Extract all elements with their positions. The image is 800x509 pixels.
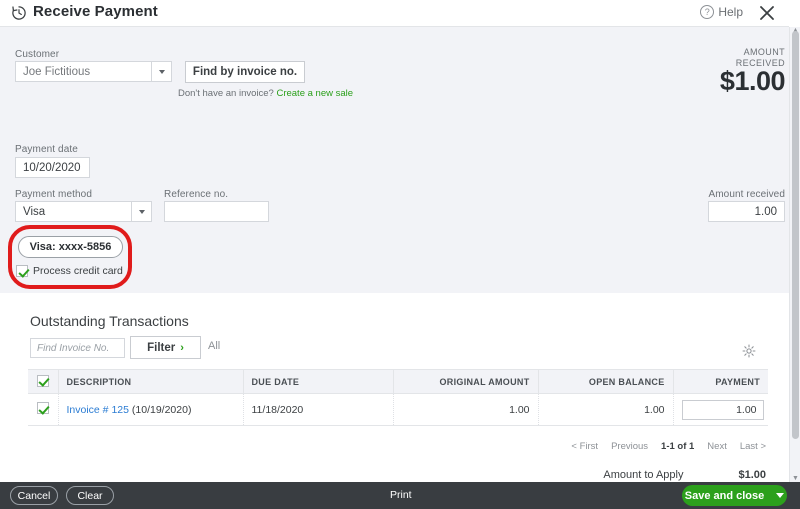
customer-dropdown[interactable]: Joe Fictitious: [15, 61, 172, 82]
invoice-date: (10/19/2020): [131, 403, 192, 416]
history-clock-icon[interactable]: [10, 4, 28, 22]
question-mark-icon: ?: [700, 5, 715, 19]
row-open-balance: 1.00: [537, 393, 673, 426]
receive-payment-window: Receive Payment ? Help Customer Joe Fict…: [0, 0, 800, 509]
find-by-invoice-button[interactable]: Find by invoice no.: [185, 61, 305, 83]
chevron-down-icon[interactable]: [776, 493, 785, 498]
amount-received-input[interactable]: 1.00: [708, 201, 785, 222]
help-label: Help: [718, 5, 743, 19]
filter-label: Filter: [147, 341, 176, 354]
amount-received-caption-line1: AMOUNT: [743, 47, 785, 57]
amount-to-apply-label: Amount to Apply: [603, 469, 684, 481]
select-all-header[interactable]: [28, 369, 59, 394]
print-button[interactable]: Print: [390, 489, 412, 501]
pagination-first[interactable]: < First: [571, 441, 598, 452]
gear-settings-icon[interactable]: [742, 344, 756, 358]
vertical-scrollbar[interactable]: ▲ ▼: [789, 27, 800, 482]
amount-to-apply-value: $1.00: [738, 469, 766, 481]
no-invoice-text: Don't have an invoice?: [178, 88, 274, 99]
all-filter-link[interactable]: All: [208, 340, 220, 352]
pagination-range: 1-1 of 1: [661, 441, 695, 452]
payment-method-input[interactable]: Visa: [15, 201, 131, 222]
payment-date-input[interactable]: 10/20/2020: [15, 157, 90, 178]
customer-label: Customer: [15, 49, 60, 60]
amount-to-apply-row: Amount to Apply $1.00: [603, 469, 766, 481]
save-and-close-label: Save and close: [684, 489, 765, 502]
page-title: Receive Payment: [33, 3, 158, 20]
row-original-amount: 1.00: [392, 393, 538, 426]
invoice-link[interactable]: Invoice # 125: [67, 404, 129, 416]
process-credit-card-checkbox[interactable]: Process credit card: [16, 265, 123, 277]
payment-date-label: Payment date: [15, 144, 78, 155]
help-button[interactable]: ? Help: [700, 5, 743, 19]
column-open-balance: OPEN BALANCE: [537, 369, 673, 394]
chevron-right-icon: ›: [180, 341, 184, 354]
outstanding-transactions-table: DESCRIPTION DUE DATE ORIGINAL AMOUNT OPE…: [28, 369, 768, 426]
saved-card-button[interactable]: Visa: xxxx-5856: [18, 236, 123, 258]
scrollbar-thumb[interactable]: [792, 31, 799, 439]
clear-button[interactable]: Clear: [66, 486, 114, 505]
process-credit-card-label: Process credit card: [33, 265, 123, 277]
create-new-sale-link[interactable]: Create a new sale: [276, 88, 353, 99]
cancel-button[interactable]: Cancel: [10, 486, 58, 505]
payment-method-label: Payment method: [15, 189, 92, 200]
save-and-close-button[interactable]: Save and close: [682, 485, 787, 506]
chevron-down-icon[interactable]: [151, 61, 172, 82]
pagination-last[interactable]: Last >: [740, 441, 766, 452]
row-checkbox[interactable]: [28, 393, 59, 426]
close-x-icon[interactable]: [757, 3, 777, 23]
amount-received-total: $1.00: [719, 66, 786, 96]
pagination-previous[interactable]: Previous: [611, 441, 648, 452]
row-due-date: 11/18/2020: [242, 393, 393, 426]
checkbox-checked-icon[interactable]: [36, 402, 49, 414]
customer-input[interactable]: Joe Fictitious: [15, 61, 151, 82]
amount-received-field-label: Amount received: [708, 189, 785, 200]
pagination: < First Previous 1-1 of 1 Next Last >: [571, 441, 766, 452]
row-payment-input[interactable]: 1.00: [681, 399, 764, 420]
bottom-toolbar: Cancel Clear Print Save and close: [0, 482, 800, 509]
chevron-down-icon[interactable]: [131, 201, 152, 222]
window-header: Receive Payment ? Help: [0, 0, 789, 27]
no-invoice-hint: Don't have an invoice? Create a new sale: [178, 88, 353, 99]
reference-no-label: Reference no.: [164, 189, 229, 200]
column-due-date: DUE DATE: [242, 369, 393, 394]
column-description: DESCRIPTION: [58, 369, 243, 394]
table-row: Invoice # 125 (10/19/2020) 11/18/2020 1.…: [28, 393, 768, 426]
scroll-down-arrow-icon[interactable]: ▼: [792, 475, 799, 482]
row-payment-cell: 1.00: [672, 393, 768, 426]
row-description: Invoice # 125 (10/19/2020): [58, 393, 243, 426]
checkbox-checked-icon[interactable]: [36, 374, 49, 387]
column-payment: PAYMENT: [672, 369, 768, 394]
filter-button[interactable]: Filter ›: [130, 336, 201, 359]
pagination-next[interactable]: Next: [707, 441, 727, 452]
column-original-amount: ORIGINAL AMOUNT: [392, 369, 538, 394]
table-header-row: DESCRIPTION DUE DATE ORIGINAL AMOUNT OPE…: [28, 369, 768, 394]
find-invoice-no-input[interactable]: Find Invoice No.: [30, 338, 125, 358]
reference-no-input[interactable]: [164, 201, 269, 222]
payment-method-dropdown[interactable]: Visa: [15, 201, 152, 222]
outstanding-transactions-title: Outstanding Transactions: [30, 313, 189, 329]
checkbox-checked-icon[interactable]: [16, 265, 28, 277]
